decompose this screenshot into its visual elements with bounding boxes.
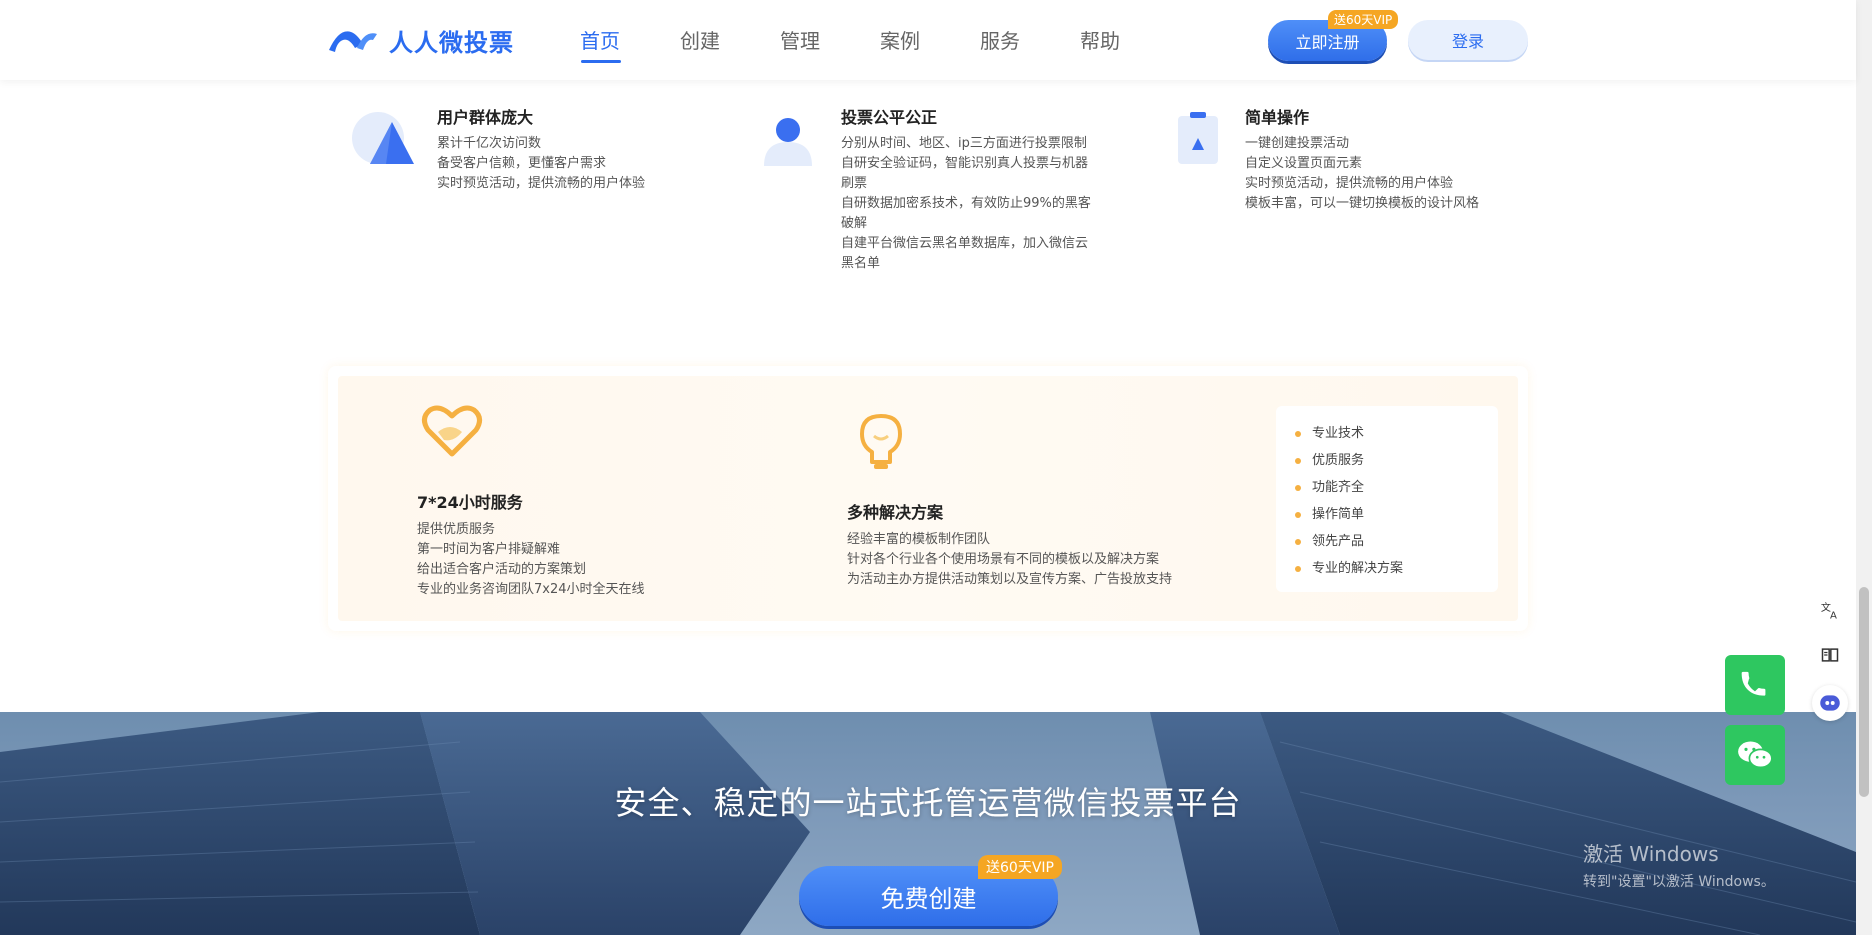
checklist-item: 领先产品 bbox=[1295, 528, 1498, 555]
advantages-checklist: 专业技术 优质服务 功能齐全 操作简单 领先产品 专业的解决方案 bbox=[1276, 406, 1498, 592]
logo-mark-icon bbox=[329, 31, 377, 52]
chatbot-icon bbox=[1820, 695, 1840, 711]
service-line: 专业的业务咨询团队7x24小时全天在线 bbox=[417, 582, 645, 597]
translate-tool[interactable]: 文 A bbox=[1812, 592, 1848, 628]
phone-icon bbox=[1741, 671, 1766, 696]
service-line: 给出适合客户活动的方案策划 bbox=[417, 562, 587, 577]
service-line: 针对各个行业各个使用场景有不同的模板以及解决方案 bbox=[847, 552, 1160, 567]
checklist-item: 专业的解决方案 bbox=[1295, 555, 1498, 582]
service-line: 提供优质服务 bbox=[417, 522, 496, 537]
nav-help[interactable]: 帮助 bbox=[1080, 0, 1180, 80]
service-line: 为活动主办方提供活动策划以及宣传方案、广告投放支持 bbox=[847, 572, 1173, 587]
lightbulb-icon bbox=[860, 414, 902, 469]
feature-line: 实时预览活动，提供流畅的用户体验 bbox=[1245, 176, 1454, 191]
feature-line: 自研数据加密系技术，有效防止99%的黑客破解 bbox=[841, 196, 1091, 231]
create-vip-badge: 送60天VIP bbox=[978, 855, 1062, 879]
feature-description: 累计千亿次访问数 备受客户信赖，更懂客户需求 实时预览活动，提供流畅的用户体验 bbox=[437, 134, 677, 194]
svg-text:A: A bbox=[1830, 610, 1837, 621]
feature-line: 自建平台微信云黑名单数据库，加入微信云黑名单 bbox=[841, 236, 1089, 271]
feature-line: 备受客户信赖，更懂客户需求 bbox=[437, 156, 607, 171]
phone-contact-button[interactable] bbox=[1725, 655, 1785, 715]
feature-description: 分别从时间、地区、ip三方面进行投票限制 自研安全验证码，智能识别真人投票与机器… bbox=[841, 134, 1099, 274]
checklist-item: 专业技术 bbox=[1295, 420, 1498, 447]
windows-activation-watermark: 激活 Windows 转到"设置"以激活 Windows。 bbox=[1583, 838, 1775, 891]
feature-title: 简单操作 bbox=[1245, 108, 1310, 127]
cta-banner: 安全、稳定的一站式托管运营微信投票平台 免费创建 送60天VIP 激活 Wind… bbox=[0, 712, 1856, 935]
feature-line: 模板丰富，可以一键切换模板的设计风格 bbox=[1245, 196, 1480, 211]
login-button[interactable]: 登录 bbox=[1408, 20, 1528, 60]
feature-line: 自研安全验证码，智能识别真人投票与机器刷票 bbox=[841, 156, 1089, 191]
nav-home[interactable]: 首页 bbox=[580, 0, 680, 80]
feature-line: 一键创建投票活动 bbox=[1245, 136, 1350, 151]
heart-handshake-icon bbox=[422, 405, 482, 457]
page: 人人微投票 首页 创建 管理 案例 服务 帮助 立即注册 送60天VIP 登录 … bbox=[0, 0, 1872, 935]
feature-line: 分别从时间、地区、ip三方面进行投票限制 bbox=[841, 136, 1087, 151]
page-scrollbar[interactable] bbox=[1856, 0, 1872, 935]
service-description: 经验丰富的模板制作团队 针对各个行业各个使用场景有不同的模板以及解决方案 为活动… bbox=[847, 530, 1172, 590]
wechat-icon bbox=[1738, 741, 1773, 769]
service-title: 7*24小时服务 bbox=[417, 493, 523, 512]
wechat-contact-button[interactable] bbox=[1725, 725, 1785, 785]
logo-text: 人人微投票 bbox=[389, 28, 514, 57]
feature-description: 一键创建投票活动 自定义设置页面元素 实时预览活动，提供流畅的用户体验 模板丰富… bbox=[1245, 134, 1525, 214]
watermark-line: 转到"设置"以激活 Windows。 bbox=[1583, 874, 1775, 890]
service-description: 提供优质服务 第一时间为客户排疑解难 给出适合客户活动的方案策划 专业的业务咨询… bbox=[417, 520, 645, 600]
register-vip-badge: 送60天VIP bbox=[1328, 10, 1399, 29]
feature-line: 实时预览活动，提供流畅的用户体验 bbox=[437, 176, 646, 191]
service-line: 经验丰富的模板制作团队 bbox=[847, 532, 991, 547]
checklist-item: 优质服务 bbox=[1295, 447, 1498, 474]
feature-line: 自定义设置页面元素 bbox=[1245, 156, 1363, 171]
nav-create[interactable]: 创建 bbox=[680, 0, 780, 80]
clipboard-icon bbox=[1178, 112, 1218, 164]
main-nav: 首页 创建 管理 案例 服务 帮助 bbox=[580, 0, 1180, 80]
nav-manage[interactable]: 管理 bbox=[780, 0, 880, 80]
nav-service[interactable]: 服务 bbox=[980, 0, 1080, 80]
book-icon bbox=[1821, 648, 1839, 662]
service-title: 多种解决方案 bbox=[847, 503, 944, 522]
logo[interactable]: 人人微投票 bbox=[327, 24, 514, 57]
feature-title: 用户群体庞大 bbox=[437, 108, 534, 127]
banner-title: 安全、稳定的一站式托管运营微信投票平台 bbox=[614, 784, 1242, 822]
triangle-shape-icon bbox=[352, 112, 414, 164]
assistant-tool[interactable] bbox=[1812, 685, 1848, 721]
reader-tool[interactable] bbox=[1812, 637, 1848, 673]
feature-line: 累计千亿次访问数 bbox=[437, 136, 542, 151]
checklist-item: 操作简单 bbox=[1295, 501, 1498, 528]
watermark-line: 激活 Windows bbox=[1583, 842, 1719, 866]
service-line: 第一时间为客户排疑解难 bbox=[417, 542, 561, 557]
translate-icon: 文 A bbox=[1821, 601, 1837, 621]
user-icon bbox=[764, 118, 812, 166]
site-header: 人人微投票 首页 创建 管理 案例 服务 帮助 立即注册 送60天VIP 登录 bbox=[0, 0, 1856, 80]
checklist-item: 功能齐全 bbox=[1295, 474, 1498, 501]
scrollbar-thumb[interactable] bbox=[1859, 587, 1869, 797]
nav-cases[interactable]: 案例 bbox=[880, 0, 980, 80]
feature-title: 投票公平公正 bbox=[841, 108, 938, 127]
